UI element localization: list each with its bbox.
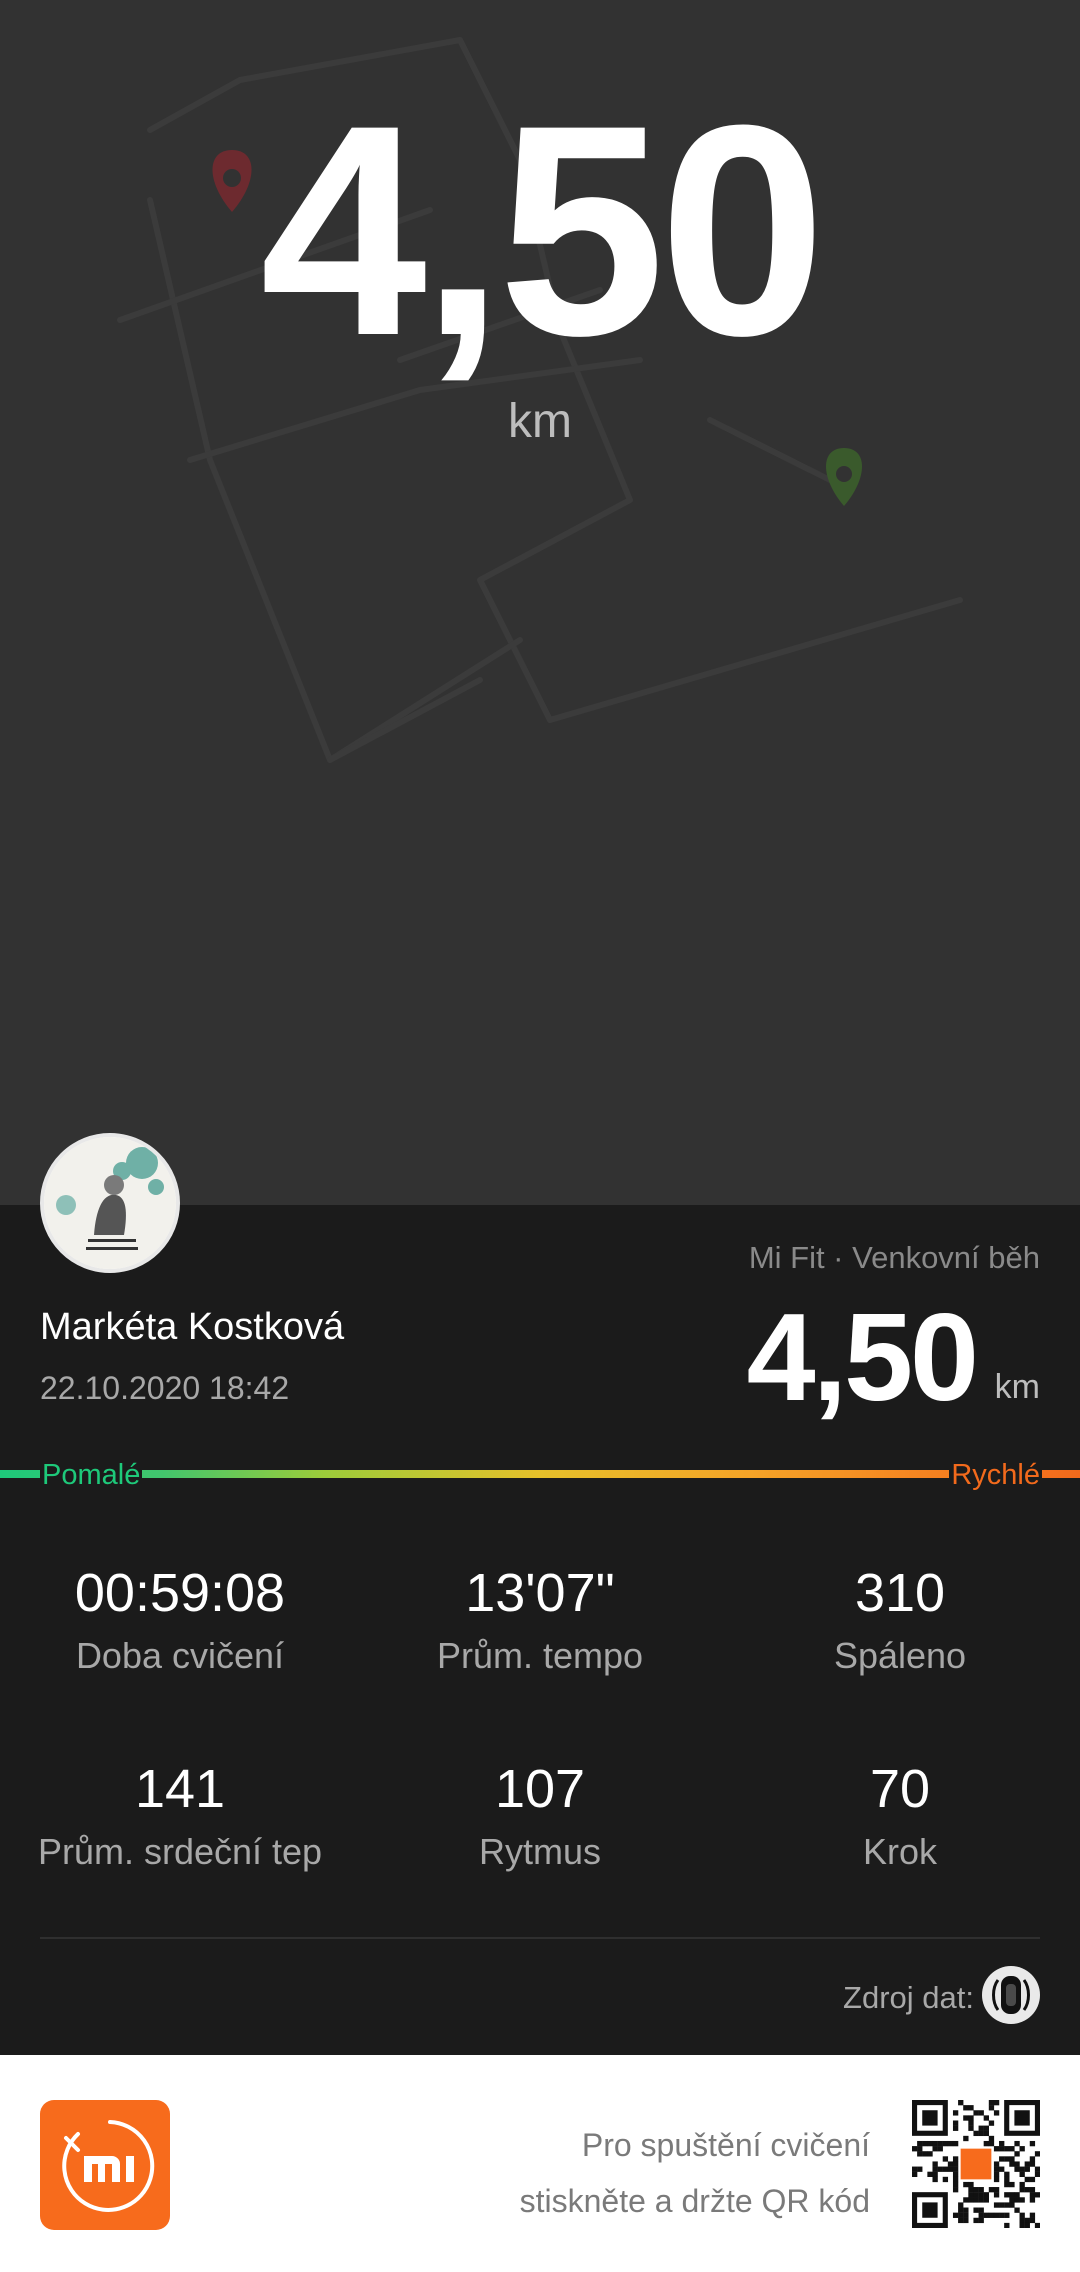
stat-stride: 70 Krok: [720, 1762, 1080, 1870]
stat-avg-pace: 13'07" Prům. tempo: [360, 1566, 720, 1674]
pace-fast-label: Rychlé: [949, 1459, 1042, 1491]
header-distance: 4,50: [260, 62, 826, 398]
qr-code[interactable]: [912, 2100, 1041, 2229]
pace-gradient-bar: [0, 1470, 1080, 1478]
user-name: Markéta Kostková: [40, 1306, 345, 1348]
qr-instructions-line2: stiskněte a držte QR kód: [519, 2183, 870, 2219]
qr-instructions: Pro spuštění cvičení stiskněte a držte Q…: [520, 2117, 870, 2229]
workout-datetime: 22.10.2020 18:42: [40, 1370, 290, 1406]
stat-value: 70: [869, 1759, 931, 1819]
stat-label: Doba cvičení: [75, 1635, 285, 1676]
avatar[interactable]: [40, 1133, 180, 1273]
stat-label: Prům. tempo: [436, 1635, 644, 1676]
stat-value: 00:59:08: [74, 1563, 286, 1623]
workout-distance: 4,50: [746, 1289, 979, 1427]
divider: [40, 1937, 1040, 1939]
qr-instructions-line1: Pro spuštění cvičení: [581, 2127, 870, 2163]
stat-duration: 00:59:08 Doba cvičení: [0, 1566, 360, 1674]
band-icon[interactable]: [982, 1966, 1040, 2024]
stat-value: 107: [494, 1759, 586, 1819]
route-map: 4,50 km: [0, 0, 1080, 1205]
stat-avg-heart-rate: 141 Prům. srdeční tep: [0, 1762, 360, 1870]
end-pin-icon: [826, 448, 862, 506]
pace-slow-label: Pomalé: [40, 1459, 143, 1491]
workout-distance-unit: km: [994, 1368, 1040, 1406]
stat-label: Krok: [862, 1831, 938, 1872]
data-source-label: Zdroj dat:: [843, 1980, 974, 2015]
stat-label: Prům. srdeční tep: [37, 1831, 323, 1872]
stat-value: 141: [134, 1759, 226, 1819]
workout-source-type: Mi Fit · Venkovní běh: [748, 1240, 1040, 1275]
stat-calories: 310 Spáleno: [720, 1566, 1080, 1674]
stat-cadence: 107 Rytmus: [360, 1762, 720, 1870]
stat-label: Spáleno: [833, 1635, 967, 1676]
header-distance-unit: km: [508, 395, 572, 448]
mi-logo-icon: [40, 2100, 170, 2230]
stat-label: Rytmus: [478, 1831, 601, 1872]
stat-value: 310: [854, 1563, 946, 1623]
stat-value: 13'07": [465, 1563, 615, 1623]
